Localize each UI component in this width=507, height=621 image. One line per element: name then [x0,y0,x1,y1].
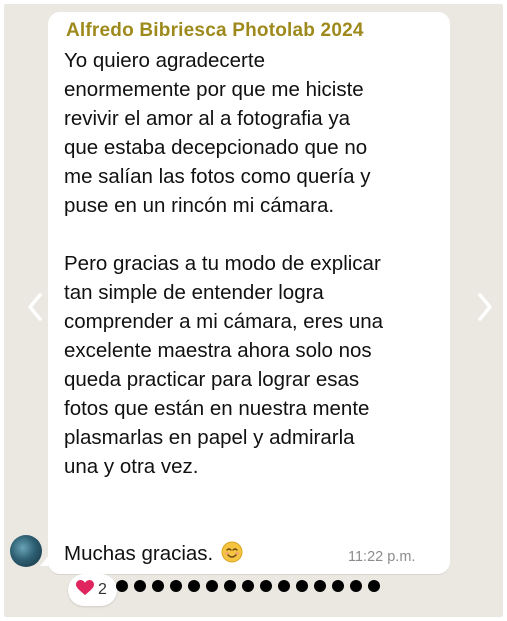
pagination-dot[interactable] [350,580,362,592]
message-line: excelente maestra ahora solo nos [64,339,372,362]
pagination-dot[interactable] [224,580,236,592]
chat-screenshot: Alfredo Bibriesca Photolab 2024 Yo quier… [4,4,503,617]
message-line: tan simple de entender logra [64,281,324,304]
pagination-dot[interactable] [134,580,146,592]
message-line: fotos que están en nuestra mente [64,397,370,420]
chevron-right-icon [476,292,494,327]
pagination-dot[interactable] [152,580,164,592]
pagination-dot[interactable] [116,580,128,592]
message-line: Pero gracias a tu modo de explicar [64,252,381,275]
carousel-pagination [116,580,380,592]
avatar[interactable] [10,535,42,567]
reaction-badge[interactable]: 2 [68,574,117,606]
message-line: queda practicar para lograr esas [64,368,360,391]
heart-icon [76,579,94,601]
pagination-dot[interactable] [260,580,272,592]
pagination-dot[interactable] [170,580,182,592]
chevron-left-icon [26,292,44,327]
carousel-prev-button[interactable] [22,292,48,327]
pagination-dot[interactable] [242,580,254,592]
pagination-dot[interactable] [332,580,344,592]
pagination-dot[interactable] [314,580,326,592]
message-line: que estaba decepcionado que no [64,136,368,159]
message-line: Yo quiero agradecerte [64,49,265,72]
sender-name: Alfredo Bibriesca Photolab 2024 [66,20,364,41]
message-line: una y otra vez. [64,455,199,478]
closing-text: Muchas gracias. [64,542,214,565]
message-line: plasmarlas en papel y admirarla [64,426,355,449]
closing-line: Muchas gracias. [64,539,243,569]
message-timestamp: 11:22 p.m. [348,549,416,565]
pagination-dot[interactable] [296,580,308,592]
message-text: Yo quiero agradecerte enormemente por qu… [64,46,440,481]
pagination-dot[interactable] [278,580,290,592]
pagination-dot[interactable] [188,580,200,592]
message-line: comprender a mi cámara, eres una [64,310,384,333]
message-line: enormemente por que me hiciste [64,78,364,101]
smiling-face-icon [221,541,243,567]
pagination-dot[interactable] [368,580,380,592]
carousel-next-button[interactable] [472,292,498,327]
pagination-dot[interactable] [206,580,218,592]
reaction-count: 2 [98,581,107,598]
message-line: revivir el amor al a fotografia ya [64,107,350,130]
message-line: me salían las fotos como quería y [64,165,371,188]
message-line: puse en un rincón mi cámara. [64,194,335,217]
